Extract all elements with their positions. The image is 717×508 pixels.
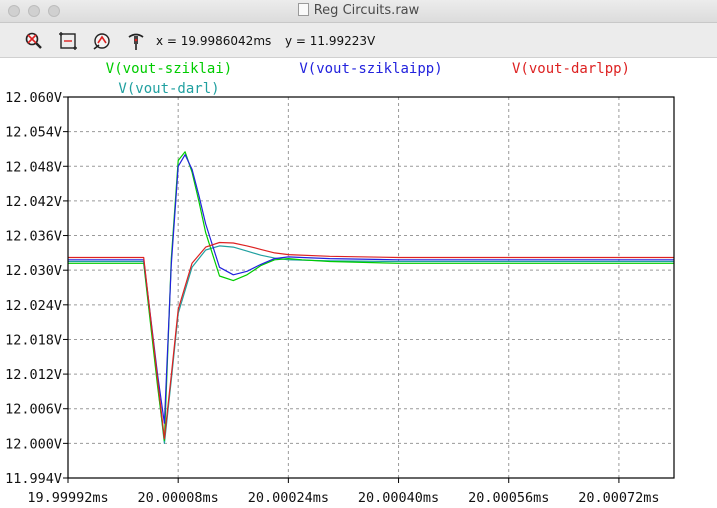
y-tick-label: 12.042V bbox=[5, 194, 62, 210]
plot-grid bbox=[68, 97, 674, 478]
trace-v-vout-darl[interactable] bbox=[68, 245, 674, 444]
legend-entry[interactable]: V(vout-sziklai) bbox=[106, 61, 232, 77]
zoom-full-button[interactable] bbox=[58, 31, 78, 51]
x-tick-label: 20.00040ms bbox=[358, 490, 439, 506]
x-tick-label: 20.00072ms bbox=[578, 490, 659, 506]
pan-icon bbox=[93, 33, 110, 50]
x-cursor-readout: x = 19.9986042ms bbox=[156, 34, 272, 48]
window-title: Reg Circuits.raw bbox=[313, 3, 420, 18]
y-axis-ticks: 11.994V 12.000V 12.006V 12.012V 12.018V 12.02… bbox=[5, 90, 68, 487]
zoom-area-button[interactable] bbox=[24, 31, 44, 51]
y-tick-label: 12.000V bbox=[5, 436, 62, 452]
trace-v-vout-sziklai[interactable] bbox=[68, 151, 674, 442]
probe-button[interactable] bbox=[126, 31, 146, 51]
toolbar: x = 19.9986042ms y = 11.99223V bbox=[0, 23, 717, 58]
pan-button[interactable] bbox=[92, 31, 112, 51]
legend-entry[interactable]: V(vout-darl) bbox=[118, 81, 219, 97]
probe-icon bbox=[128, 33, 144, 50]
plot-frame bbox=[67, 96, 675, 479]
zoom-area-icon bbox=[25, 32, 42, 49]
waveform-plot[interactable]: 11.994V 12.000V 12.006V 12.012V 12.018V 12.02… bbox=[0, 57, 717, 508]
y-cursor-readout: y = 11.99223V bbox=[285, 34, 376, 48]
x-axis-ticks: 19.99992ms 20.00008ms 20.00024ms 20.00040ms… bbox=[27, 478, 660, 506]
title-bar: Reg Circuits.raw bbox=[0, 0, 717, 23]
y-tick-label: 12.006V bbox=[5, 402, 62, 418]
y-tick-label: 12.060V bbox=[5, 90, 62, 106]
y-tick-label: 12.012V bbox=[5, 367, 62, 383]
x-tick-label: 19.99992ms bbox=[27, 490, 108, 506]
plot-traces bbox=[68, 151, 674, 444]
plot-legend: V(vout-sziklai) V(vout-darl) V(vout-szikla… bbox=[106, 61, 630, 97]
y-tick-label: 11.994V bbox=[5, 471, 62, 487]
window-title-wrap: Reg Circuits.raw bbox=[0, 3, 717, 18]
y-tick-label: 12.048V bbox=[5, 159, 62, 175]
x-tick-label: 20.00008ms bbox=[138, 490, 219, 506]
y-tick-label: 12.030V bbox=[5, 263, 62, 279]
x-tick-label: 20.00024ms bbox=[248, 490, 329, 506]
y-tick-label: 12.018V bbox=[5, 332, 62, 348]
trace-v-vout-darlpp[interactable] bbox=[68, 241, 674, 440]
y-tick-label: 12.054V bbox=[5, 125, 62, 141]
y-tick-label: 12.036V bbox=[5, 229, 62, 245]
y-tick-label: 12.024V bbox=[5, 298, 62, 314]
x-tick-label: 20.00056ms bbox=[468, 490, 549, 506]
trace-v-vout-sziklaipp[interactable] bbox=[68, 154, 674, 424]
zoom-full-icon bbox=[59, 32, 77, 50]
legend-entry[interactable]: V(vout-sziklaipp) bbox=[299, 61, 442, 77]
legend-entry[interactable]: V(vout-darlpp) bbox=[512, 61, 630, 77]
document-icon bbox=[297, 3, 309, 16]
